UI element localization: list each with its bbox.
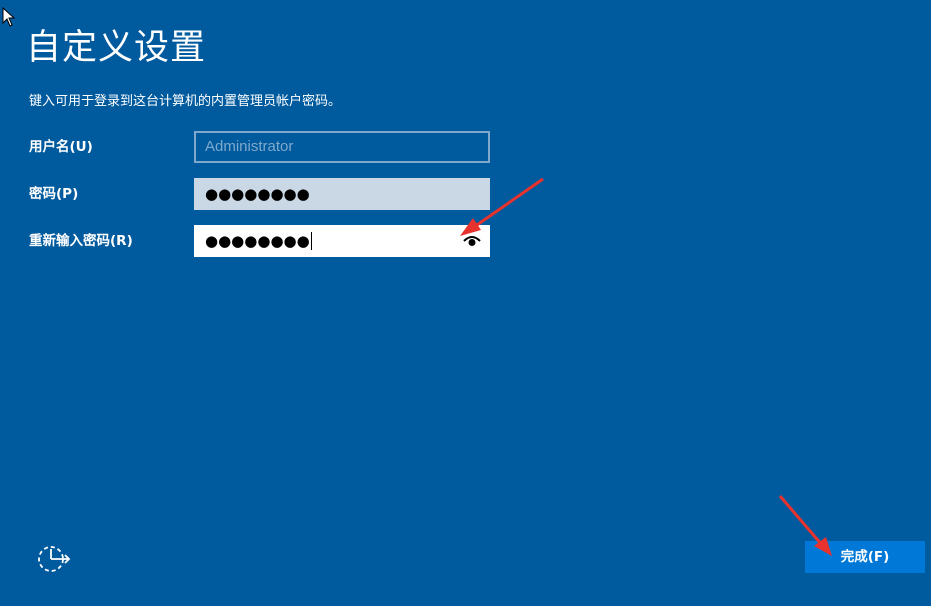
reenter-password-field[interactable]: ●●●●●●●●	[194, 225, 490, 257]
page-title: 自定义设置	[26, 28, 207, 68]
username-label: 用户名(U)	[29, 139, 93, 155]
annotation-arrows	[460, 177, 832, 556]
reenter-password-label: 重新输入密码(R)	[29, 233, 133, 249]
password-field[interactable]: ●●●●●●●●	[194, 178, 490, 210]
username-field[interactable]: Administrator	[194, 131, 490, 163]
instruction-text: 键入可用于登录到这台计算机的内置管理员帐户密码。	[29, 94, 342, 109]
text-caret	[310, 232, 312, 250]
password-value: ●●●●●●●●	[205, 185, 310, 203]
ease-of-access-icon[interactable]	[35, 540, 71, 576]
finish-button[interactable]: 完成(F)	[805, 541, 925, 573]
mouse-pointer-icon	[2, 7, 16, 27]
username-value: Administrator	[205, 138, 294, 155]
password-label: 密码(P)	[29, 186, 79, 202]
eye-icon[interactable]	[463, 234, 481, 248]
reenter-password-value: ●●●●●●●●	[205, 232, 310, 250]
